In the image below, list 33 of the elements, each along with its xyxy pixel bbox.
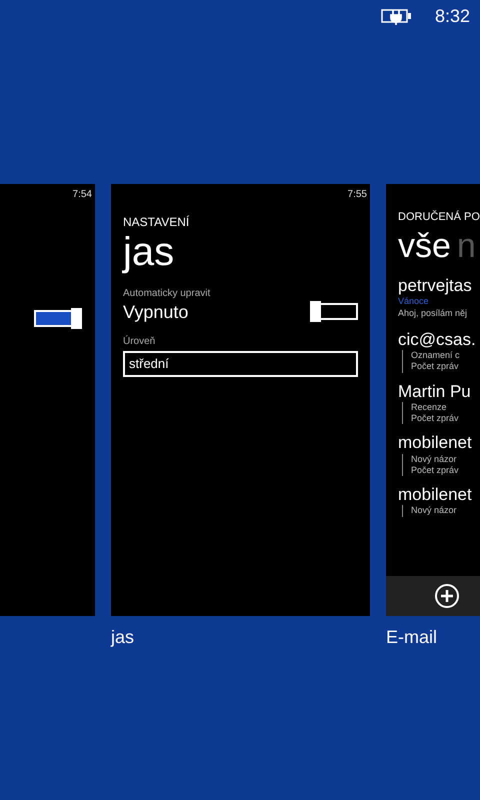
thread-line: Oznamení c [411, 350, 461, 362]
sender-name[interactable]: cic@csas. [398, 328, 480, 350]
add-icon[interactable] [434, 583, 460, 609]
page-title: jas [123, 232, 176, 272]
clock-text: 8:32 [434, 4, 470, 28]
sender-name[interactable]: mobilenet [398, 432, 480, 454]
pivot-tab[interactable]: vše [398, 229, 451, 263]
clock-text: 7:54 [72, 188, 92, 202]
thread-line: Nový názor [411, 454, 458, 465]
app-card[interactable]: 7:55 NASTAVENÍ jas Automaticky upravit Vypnuto Úroveň střední [111, 184, 370, 616]
app-card[interactable]: 7:54 [0, 184, 95, 616]
level-field[interactable]: střední [123, 351, 358, 377]
page-header: DORUČENÁ PO [398, 212, 480, 223]
toggle-switch[interactable] [34, 308, 82, 329]
sender-name[interactable]: Martin Pu [398, 380, 480, 402]
setting-value: Vypnuto [123, 302, 188, 320]
app-label: jas [111, 627, 134, 647]
thread-line: Recenze [411, 402, 448, 413]
app-label: E-mail [386, 627, 438, 647]
thread-line: Nový názor [411, 505, 458, 516]
toggle-switch[interactable] [310, 301, 358, 322]
sender-name[interactable]: mobilenet [398, 484, 480, 506]
thread-line: Počet zpráv [411, 361, 460, 372]
app-card[interactable]: DORUČENÁ PO vše n petrvejtas Vánoce Ahoj, posílám něj cic@csas. Oznamení c Počet zpráv Martin Pu Recenze Počet zpráv mobilenet Nový názor Počet zpráv mobilenet Nový názor [386, 184, 480, 616]
message-preview: Ahoj, posílám něj [398, 308, 468, 319]
page-header: NASTAVENÍ [123, 216, 190, 228]
setting-label: Úroveň [123, 334, 156, 349]
message-subject: Vánoce [398, 296, 430, 308]
thread-line: Počet zpráv [411, 464, 460, 476]
thread-line: Počet zpráv [411, 413, 460, 424]
sender-name[interactable]: petrvejtas [398, 275, 480, 296]
setting-label: Automaticky upravit [123, 287, 212, 301]
clock-text: 7:55 [348, 188, 367, 202]
